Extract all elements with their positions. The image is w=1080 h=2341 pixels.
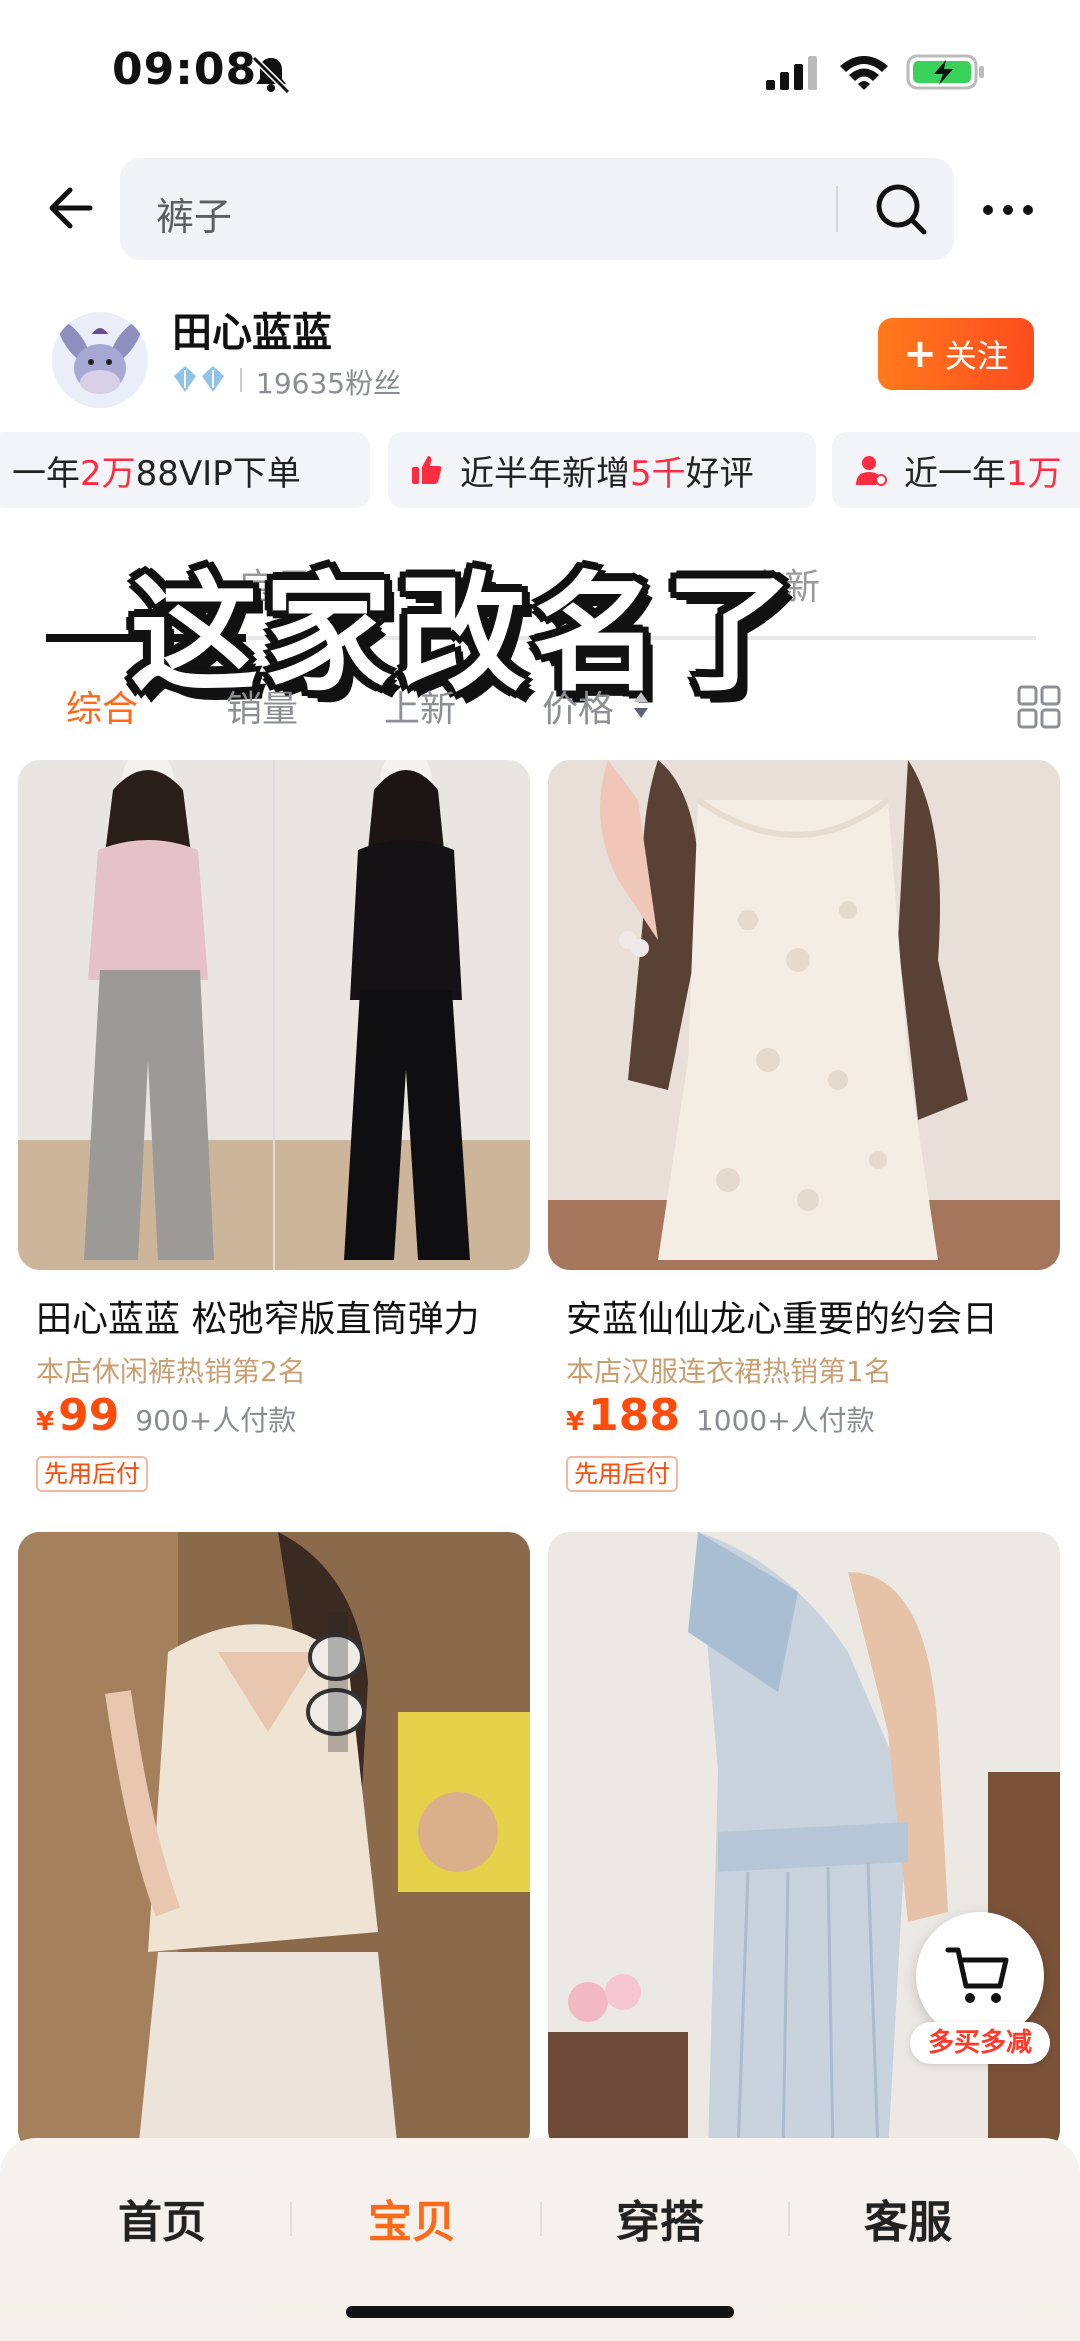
fans-count: 19635粉丝 bbox=[256, 367, 402, 400]
product-title[interactable]: 田心蓝蓝 松弛窄版直筒弹力 bbox=[36, 1290, 526, 1342]
product-title[interactable]: 安蓝仙仙龙心重要的约会日 bbox=[566, 1290, 1056, 1342]
product-card[interactable]: 安蓝仙仙龙心重要的约会日 本店汉服连衣裙热销第1名 ¥ 188 1000+人付款… bbox=[548, 760, 1060, 1500]
pay-later-tag: 先用后付 bbox=[566, 1456, 678, 1492]
follow-plus-icon: + bbox=[903, 331, 937, 377]
sort-tab-sales[interactable]: 销量 bbox=[226, 680, 298, 732]
follow-label: 关注 bbox=[944, 337, 1009, 375]
thumbs-up-icon bbox=[412, 456, 442, 484]
highlight-chip-reviews[interactable]: 近半年新增5千好评 bbox=[388, 432, 816, 508]
product-rank: 本店汉服连衣裙热销第1名 bbox=[566, 1355, 892, 1388]
price-row: ¥ 188 1000+人付款 bbox=[566, 1390, 875, 1441]
search-icon[interactable] bbox=[872, 180, 930, 238]
grid-view-icon[interactable] bbox=[1016, 684, 1062, 730]
sort-tab-price[interactable]: 价格 bbox=[542, 680, 614, 732]
cart-float-button[interactable]: 多买多减 bbox=[910, 1912, 1050, 2064]
nav-products[interactable]: 宝贝 bbox=[368, 2186, 456, 2250]
chip-text: 近半年新增5千好评 bbox=[460, 453, 754, 494]
bottom-nav: 首页 宝贝 穿搭 客服 bbox=[0, 2138, 1080, 2341]
cart-promo-label: 多买多减 bbox=[910, 2022, 1050, 2064]
currency-symbol: ¥ bbox=[36, 1407, 55, 1437]
product-price: 99 bbox=[58, 1390, 120, 1441]
shopping-cart-icon bbox=[945, 1947, 1009, 2003]
store-highlights: 一年2万88VIP下单 近半年新增5千好评 近一年1万 bbox=[0, 432, 1080, 508]
product-image[interactable] bbox=[548, 760, 1060, 1270]
nav-customer-service[interactable]: 客服 bbox=[864, 2186, 952, 2250]
product-card[interactable]: 田心蓝蓝 松弛窄版直筒弹力 本店休闲裤热销第2名 ¥ 99 900+人付款 先用… bbox=[18, 760, 530, 1500]
sold-count: 1000+人付款 bbox=[695, 1404, 875, 1437]
nav-divider bbox=[540, 2202, 542, 2236]
product-image[interactable] bbox=[18, 760, 530, 1270]
fans-divider bbox=[240, 368, 242, 392]
price-sort-arrows-icon[interactable] bbox=[632, 690, 650, 720]
wifi-icon bbox=[840, 56, 888, 90]
status-time: 09:08 bbox=[112, 44, 258, 95]
store-level-badge-icon bbox=[174, 366, 224, 392]
search-input[interactable]: 裤子 bbox=[156, 186, 232, 241]
store-avatar[interactable] bbox=[52, 312, 148, 408]
sold-count: 900+人付款 bbox=[135, 1404, 297, 1437]
highlight-chip-repeat[interactable]: 近一年1万 bbox=[832, 432, 1080, 508]
store-name[interactable]: 田心蓝蓝 bbox=[172, 300, 332, 358]
sort-tab-new[interactable]: 上新 bbox=[384, 680, 456, 732]
chip-text: 近一年1万 bbox=[904, 453, 1062, 494]
back-arrow-icon[interactable] bbox=[40, 180, 96, 236]
status-bar: 09:08 bbox=[0, 0, 1080, 140]
search-bar[interactable]: 裤子 bbox=[120, 158, 954, 260]
product-card[interactable] bbox=[18, 1532, 530, 2152]
user-icon bbox=[856, 456, 887, 486]
sort-tab-comprehensive[interactable]: 综合 bbox=[66, 680, 138, 732]
product-price: 188 bbox=[588, 1390, 680, 1441]
chip-text: 一年2万88VIP下单 bbox=[12, 453, 301, 494]
nav-divider bbox=[788, 2202, 790, 2236]
battery-charging-icon bbox=[906, 54, 984, 90]
donkey-avatar-icon bbox=[58, 321, 142, 394]
pay-later-tag: 先用后付 bbox=[36, 1456, 148, 1492]
cellular-signal-icon bbox=[766, 56, 817, 90]
search-divider bbox=[836, 186, 838, 232]
home-indicator bbox=[346, 2306, 734, 2318]
follow-button[interactable]: + 关注 bbox=[878, 318, 1034, 390]
currency-symbol: ¥ bbox=[566, 1407, 585, 1437]
price-row: ¥ 99 900+人付款 bbox=[36, 1390, 296, 1441]
product-image[interactable] bbox=[18, 1532, 530, 2152]
bell-muted-icon bbox=[251, 55, 291, 94]
nav-divider bbox=[290, 2202, 292, 2236]
store-page: 09:08 裤子 田心蓝蓝 19635粉丝 + 关注 一年2万88VIP下单 近… bbox=[0, 0, 1080, 2341]
highlight-chip-vip[interactable]: 一年2万88VIP下单 bbox=[0, 432, 370, 508]
nav-outfits[interactable]: 穿搭 bbox=[616, 2186, 704, 2250]
nav-home[interactable]: 首页 bbox=[118, 2186, 206, 2250]
more-options-icon[interactable] bbox=[980, 190, 1036, 230]
product-rank: 本店休闲裤热销第2名 bbox=[36, 1355, 306, 1388]
